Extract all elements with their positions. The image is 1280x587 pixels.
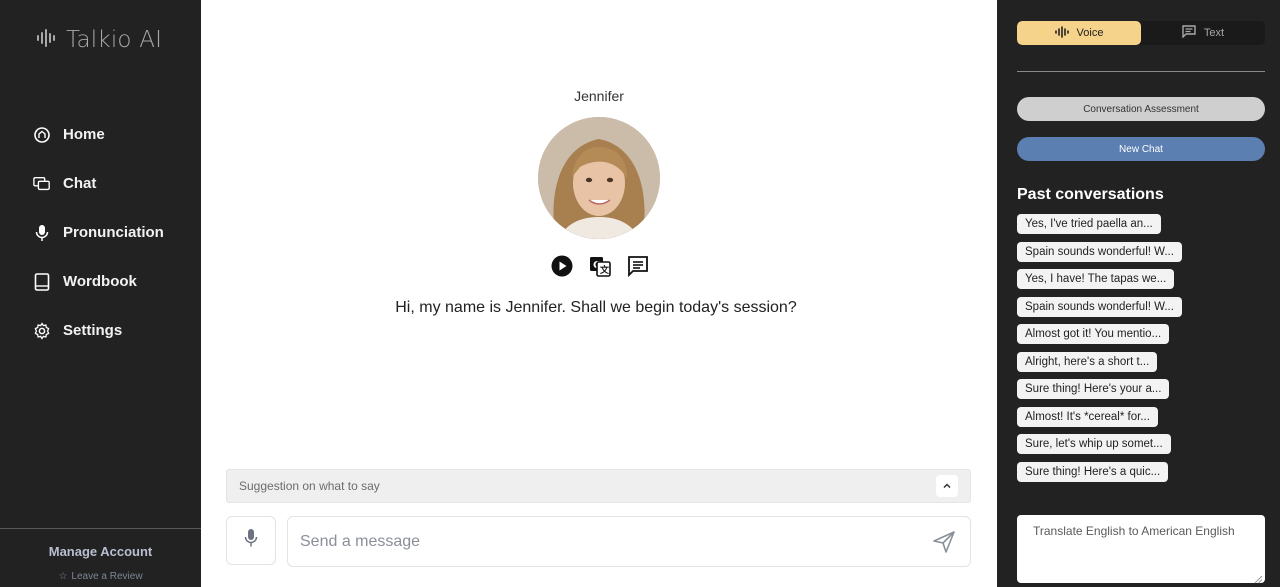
translate-icon[interactable]: G文 — [588, 254, 612, 278]
conversation-assessment-button[interactable]: Conversation Assessment — [1017, 97, 1265, 121]
svg-text:文: 文 — [599, 264, 610, 276]
record-button[interactable] — [226, 516, 276, 565]
play-icon[interactable] — [550, 254, 574, 278]
text-mode-button[interactable]: Text — [1141, 21, 1265, 45]
sidebar-divider — [0, 528, 201, 529]
sidebar-item-home[interactable]: Home — [33, 110, 164, 159]
chevron-up-icon[interactable] — [936, 475, 958, 497]
sidebar-item-label: Wordbook — [63, 273, 137, 290]
past-conversation-item[interactable]: Sure thing! Here's your a... — [1017, 379, 1170, 399]
past-conversation-item[interactable]: Yes, I've tried paella an... — [1017, 214, 1161, 234]
microphone-icon — [243, 528, 259, 553]
translation-input[interactable]: Translate English to American English — [1017, 515, 1265, 583]
message-icon — [1182, 25, 1196, 41]
right-panel: Voice Text Conversation Assessment New C… — [997, 0, 1280, 587]
past-conversation-item[interactable]: Sure thing! Here's a quic... — [1017, 461, 1169, 482]
new-chat-button[interactable]: New Chat — [1017, 137, 1265, 161]
past-conversation-item[interactable]: Yes, I have! The tapas we... — [1017, 269, 1175, 289]
past-conversation-item[interactable]: Almost got it! You mentio... — [1017, 324, 1170, 344]
manage-account-link[interactable]: Manage Account — [0, 544, 201, 559]
sidebar-item-label: Pronunciation — [63, 224, 164, 241]
agent-greeting: Hi, my name is Jennifer. Shall we begin … — [395, 299, 797, 316]
send-icon[interactable] — [930, 528, 958, 556]
past-conversation-item[interactable]: Almost! It's *cereal* for... — [1017, 406, 1158, 427]
message-box — [287, 516, 971, 567]
past-conversation-item[interactable]: Alright, here's a short t... — [1017, 351, 1158, 372]
sidebar-item-label: Chat — [63, 175, 97, 192]
sidebar-item-chat[interactable]: Chat — [33, 159, 164, 208]
app-name: Talkio AI — [66, 27, 163, 53]
microphone-icon — [33, 224, 51, 242]
leave-review-link[interactable]: ☆ Leave a Review — [0, 571, 201, 582]
past-conversations-list: Yes, I've tried paella an... Spain sound… — [1017, 214, 1182, 482]
voice-mode-label: Voice — [1076, 27, 1104, 39]
text-mode-label: Text — [1203, 27, 1225, 39]
suggestion-bar[interactable]: Suggestion on what to say — [226, 469, 971, 503]
agent-avatar — [538, 117, 660, 239]
past-conversations-title: Past conversations — [1017, 186, 1164, 203]
leave-review-label: Leave a Review — [71, 571, 143, 582]
sidebar-item-wordbook[interactable]: Wordbook — [33, 257, 164, 306]
message-input[interactable] — [300, 532, 930, 551]
sidebar-item-label: Settings — [63, 322, 123, 339]
mode-toggle: Voice Text — [1017, 21, 1265, 45]
sidebar-nav: Home Chat Pronunciation Wordbook Setting… — [33, 110, 164, 355]
panel-divider — [1017, 71, 1265, 72]
past-conversation-item[interactable]: Spain sounds wonderful! W... — [1017, 296, 1182, 317]
home-icon — [33, 126, 51, 144]
chat-main: Jennifer G文 Hi, my name is Jennifer. Sha… — [201, 0, 997, 587]
left-sidebar: Talkio AI Home Chat Pronunciation Wordbo… — [0, 0, 201, 587]
past-conversation-item[interactable]: Sure, let's whip up somet... — [1017, 434, 1171, 454]
resize-handle-icon[interactable] — [1253, 571, 1263, 584]
message-controls: G文 — [550, 254, 650, 278]
past-conversation-item[interactable]: Spain sounds wonderful! W... — [1017, 241, 1182, 262]
sidebar-item-label: Home — [63, 126, 105, 143]
soundwave-icon — [36, 28, 58, 52]
chat-icon — [33, 175, 51, 193]
book-icon — [33, 272, 51, 291]
soundwave-icon — [1054, 25, 1069, 41]
transcript-icon[interactable] — [626, 254, 650, 278]
sidebar-item-pronunciation[interactable]: Pronunciation — [33, 208, 164, 257]
agent-name: Jennifer — [574, 88, 624, 104]
app-logo[interactable]: Talkio AI — [36, 27, 162, 53]
star-icon: ☆ — [58, 571, 68, 582]
suggestion-label: Suggestion on what to say — [239, 479, 380, 493]
gear-icon — [33, 321, 51, 340]
sidebar-item-settings[interactable]: Settings — [33, 306, 164, 355]
voice-mode-button[interactable]: Voice — [1017, 21, 1141, 45]
